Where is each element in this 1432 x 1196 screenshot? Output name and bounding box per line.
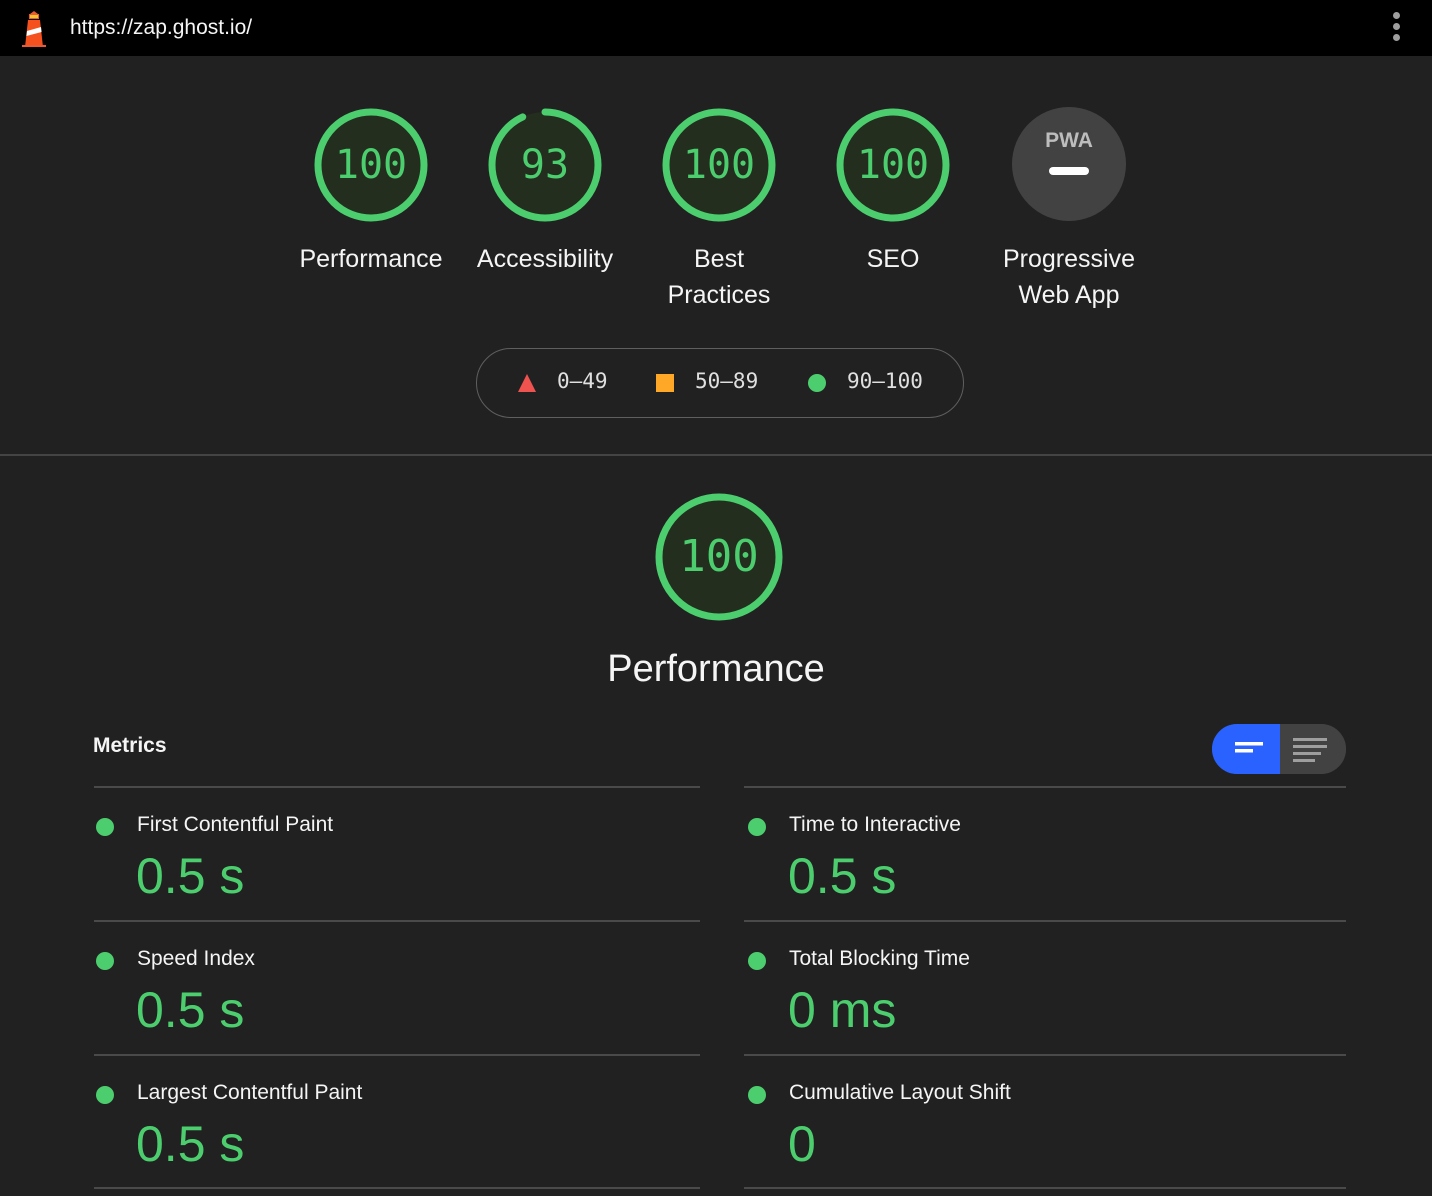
score-ring: 93 [488, 108, 602, 222]
circle-icon [808, 374, 826, 392]
metric-label: Largest Contentful Paint [137, 1081, 363, 1104]
pwa-badge-icon: PWA [1012, 107, 1126, 221]
metric-value: 0.5 s [136, 848, 245, 904]
metric-value: 0.5 s [136, 1116, 245, 1172]
pwa-dash [1049, 167, 1089, 175]
pass-circle-icon [96, 1086, 114, 1104]
score-ring: 100 [314, 108, 428, 222]
metric-label: Cumulative Layout Shift [789, 1081, 1011, 1104]
pass-circle-icon [748, 818, 766, 836]
pass-circle-icon [748, 952, 766, 970]
metric-largest-contentful-paint: Largest Contentful Paint 0.5 s [94, 1056, 700, 1188]
page-url: https://zap.ghost.io/ [70, 16, 253, 39]
gauge-performance[interactable]: 100 Performance [281, 106, 461, 277]
score-legend: 0–49 50–89 90–100 [476, 348, 964, 418]
metrics-title: Metrics [93, 734, 167, 757]
metric-label: Time to Interactive [789, 813, 961, 836]
score-value: 100 [679, 531, 758, 582]
gauge-label: Progressive Web App [979, 241, 1159, 313]
metric-label: First Contentful Paint [137, 813, 334, 836]
metrics-view-toggle[interactable] [1212, 724, 1346, 774]
score-value: 100 [857, 142, 929, 188]
gauge-label-line1: Progressive [1003, 245, 1135, 273]
metric-first-contentful-paint: First Contentful Paint 0.5 s [94, 788, 700, 920]
kebab-menu-icon[interactable] [1384, 12, 1408, 46]
gauge-label: SEO [866, 245, 920, 273]
legend-average-range: 50–89 [695, 369, 759, 393]
gauge-seo[interactable]: 100 SEO [803, 106, 983, 277]
legend-fail-range: 0–49 [557, 369, 608, 393]
metric-speed-index: Speed Index 0.5 s [94, 922, 700, 1054]
square-icon [656, 374, 674, 392]
metric-value: 0.5 s [788, 848, 897, 904]
score-value: 100 [335, 142, 407, 188]
top-bar: https://zap.ghost.io/ [0, 0, 1432, 56]
metric-value: 0 ms [788, 982, 897, 1038]
pass-circle-icon [96, 818, 114, 836]
gauge-label-line2: Web App [1018, 281, 1120, 309]
score-ring: 100 [655, 493, 783, 621]
gauge-accessibility[interactable]: 93 Accessibility [455, 106, 635, 277]
collapsed-view-button[interactable] [1212, 724, 1280, 774]
short-lines-icon [1235, 742, 1263, 753]
score-value: 93 [521, 142, 569, 188]
triangle-icon [518, 374, 536, 392]
gauge-label: Performance [299, 245, 443, 273]
gauge-label: Accessibility [476, 245, 614, 273]
metric-total-blocking-time: Total Blocking Time 0 ms [746, 922, 1346, 1054]
gauge-label-line2: Practices [667, 281, 771, 309]
long-lines-icon [1293, 738, 1327, 762]
metric-label: Total Blocking Time [789, 947, 970, 970]
pwa-badge-text: PWA [1045, 129, 1093, 152]
performance-gauge: 100 [654, 492, 784, 627]
section-divider [0, 454, 1432, 456]
pass-circle-icon [748, 1086, 766, 1104]
gauge-pwa[interactable]: PWA Progressive Web App [979, 106, 1159, 313]
section-title: Performance [607, 648, 825, 690]
metric-value: 0 [788, 1116, 816, 1172]
metric-cumulative-layout-shift: Cumulative Layout Shift 0 [746, 1056, 1346, 1188]
expanded-view-button[interactable] [1280, 724, 1346, 774]
legend-pass-range: 90–100 [847, 369, 923, 393]
score-value: 100 [683, 142, 755, 188]
gauge-best-practices[interactable]: 100 Best Practices [629, 106, 809, 313]
score-ring: 100 [662, 108, 776, 222]
pass-circle-icon [96, 952, 114, 970]
gauge-label: Best Practices [629, 241, 809, 313]
gauge-label-line1: Best [693, 245, 745, 273]
metric-value: 0.5 s [136, 982, 245, 1038]
score-ring: 100 [836, 108, 950, 222]
metric-label: Speed Index [137, 947, 255, 970]
metric-time-to-interactive: Time to Interactive 0.5 s [746, 788, 1346, 920]
lighthouse-icon [22, 11, 46, 47]
